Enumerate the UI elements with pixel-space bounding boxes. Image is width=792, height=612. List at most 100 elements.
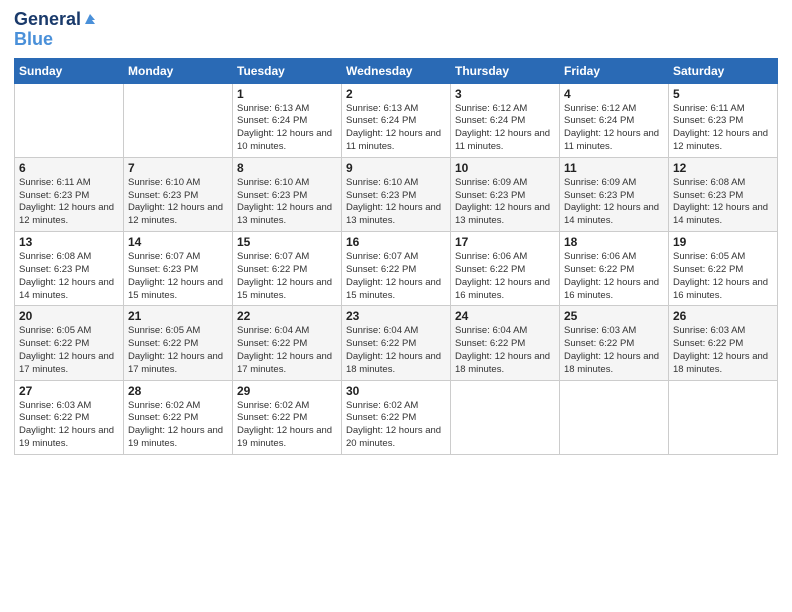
- day-cell: 18Sunrise: 6:06 AM Sunset: 6:22 PM Dayli…: [560, 232, 669, 306]
- day-number: 2: [346, 87, 446, 101]
- day-number: 19: [673, 235, 773, 249]
- day-cell: 20 Sunrise: 6:05 AM Sunset: 6:22 PM Dayli…: [15, 306, 124, 380]
- header: General Blue: [14, 10, 778, 50]
- logo: General Blue: [14, 10, 97, 50]
- weekday-header-tuesday: Tuesday: [233, 58, 342, 83]
- day-number: 20: [19, 309, 119, 323]
- week-row-4: 20 Sunrise: 6:05 AM Sunset: 6:22 PM Dayli…: [15, 306, 778, 380]
- day-cell: 10 Sunrise: 6:09 AM Sunset: 6:23 PM Dayli…: [451, 157, 560, 231]
- day-number: 29: [237, 384, 337, 398]
- weekday-header-sunday: Sunday: [15, 58, 124, 83]
- day-number: 27: [19, 384, 119, 398]
- day-number: 25: [564, 309, 664, 323]
- day-info: Sunrise: 6:07 AM Sunset: 6:22 PM Dayligh…: [346, 251, 446, 302]
- day-cell: 16 Sunrise: 6:07 AM Sunset: 6:22 PM Dayli…: [342, 232, 451, 306]
- day-number: 4: [564, 87, 664, 101]
- day-info: Sunrise: 6:07 AM Sunset: 6:23 PM Dayligh…: [128, 251, 228, 302]
- day-number: 26: [673, 309, 773, 323]
- day-cell: 26Sunrise: 6:03 AM Sunset: 6:22 PM Dayli…: [669, 306, 778, 380]
- day-cell: 29 Sunrise: 6:02 AM Sunset: 6:22 PM Dayli…: [233, 380, 342, 454]
- day-number: 15: [237, 235, 337, 249]
- day-info: Sunrise: 6:10 AM Sunset: 6:23 PM Dayligh…: [346, 177, 446, 228]
- day-info: Sunrise: 6:09 AM Sunset: 6:23 PM Dayligh…: [455, 177, 555, 228]
- day-number: 12: [673, 161, 773, 175]
- day-number: 5: [673, 87, 773, 101]
- day-cell: 7 Sunrise: 6:10 AM Sunset: 6:23 PM Daylig…: [124, 157, 233, 231]
- day-cell: [451, 380, 560, 454]
- day-cell: 25 Sunrise: 6:03 AM Sunset: 6:22 PM Dayli…: [560, 306, 669, 380]
- day-info: Sunrise: 6:05 AM Sunset: 6:22 PM Dayligh…: [19, 325, 119, 376]
- day-info: Sunrise: 6:13 AM Sunset: 6:24 PM Dayligh…: [346, 103, 446, 154]
- day-cell: 15 Sunrise: 6:07 AM Sunset: 6:22 PM Dayli…: [233, 232, 342, 306]
- day-cell: 24Sunrise: 6:04 AM Sunset: 6:22 PM Dayli…: [451, 306, 560, 380]
- day-number: 24: [455, 309, 555, 323]
- day-cell: [15, 83, 124, 157]
- day-info: Sunrise: 6:13 AM Sunset: 6:24 PM Dayligh…: [237, 103, 337, 154]
- day-number: 22: [237, 309, 337, 323]
- day-info: Sunrise: 6:02 AM Sunset: 6:22 PM Dayligh…: [346, 400, 446, 451]
- day-info: Sunrise: 6:11 AM Sunset: 6:23 PM Dayligh…: [19, 177, 119, 228]
- day-info: Sunrise: 6:05 AM Sunset: 6:22 PM Dayligh…: [128, 325, 228, 376]
- day-number: 11: [564, 161, 664, 175]
- day-info: Sunrise: 6:06 AM Sunset: 6:22 PM Dayligh…: [564, 251, 664, 302]
- day-info: Sunrise: 6:10 AM Sunset: 6:23 PM Dayligh…: [237, 177, 337, 228]
- day-cell: 13 Sunrise: 6:08 AM Sunset: 6:23 PM Dayli…: [15, 232, 124, 306]
- day-number: 10: [455, 161, 555, 175]
- day-info: Sunrise: 6:02 AM Sunset: 6:22 PM Dayligh…: [128, 400, 228, 451]
- day-info: Sunrise: 6:04 AM Sunset: 6:22 PM Dayligh…: [237, 325, 337, 376]
- week-row-2: 6Sunrise: 6:11 AM Sunset: 6:23 PM Daylig…: [15, 157, 778, 231]
- day-number: 28: [128, 384, 228, 398]
- day-number: 30: [346, 384, 446, 398]
- day-info: Sunrise: 6:11 AM Sunset: 6:23 PM Dayligh…: [673, 103, 773, 154]
- day-cell: 8 Sunrise: 6:10 AM Sunset: 6:23 PM Daylig…: [233, 157, 342, 231]
- day-cell: 6Sunrise: 6:11 AM Sunset: 6:23 PM Daylig…: [15, 157, 124, 231]
- weekday-header-wednesday: Wednesday: [342, 58, 451, 83]
- day-info: Sunrise: 6:12 AM Sunset: 6:24 PM Dayligh…: [564, 103, 664, 154]
- day-cell: 28 Sunrise: 6:02 AM Sunset: 6:22 PM Dayli…: [124, 380, 233, 454]
- day-cell: 9 Sunrise: 6:10 AM Sunset: 6:23 PM Daylig…: [342, 157, 451, 231]
- day-info: Sunrise: 6:09 AM Sunset: 6:23 PM Dayligh…: [564, 177, 664, 228]
- day-cell: 1Sunrise: 6:13 AM Sunset: 6:24 PM Daylig…: [233, 83, 342, 157]
- day-number: 8: [237, 161, 337, 175]
- weekday-header-friday: Friday: [560, 58, 669, 83]
- day-info: Sunrise: 6:10 AM Sunset: 6:23 PM Dayligh…: [128, 177, 228, 228]
- day-cell: [124, 83, 233, 157]
- day-number: 23: [346, 309, 446, 323]
- day-number: 13: [19, 235, 119, 249]
- day-cell: [669, 380, 778, 454]
- week-row-5: 27Sunrise: 6:03 AM Sunset: 6:22 PM Dayli…: [15, 380, 778, 454]
- weekday-header-monday: Monday: [124, 58, 233, 83]
- page: General Blue SundayMondayTuesdayWednesda…: [0, 0, 792, 612]
- day-info: Sunrise: 6:06 AM Sunset: 6:22 PM Dayligh…: [455, 251, 555, 302]
- day-number: 7: [128, 161, 228, 175]
- logo-icon: [83, 12, 97, 26]
- day-info: Sunrise: 6:05 AM Sunset: 6:22 PM Dayligh…: [673, 251, 773, 302]
- day-info: Sunrise: 6:08 AM Sunset: 6:23 PM Dayligh…: [19, 251, 119, 302]
- day-number: 9: [346, 161, 446, 175]
- week-row-1: 1Sunrise: 6:13 AM Sunset: 6:24 PM Daylig…: [15, 83, 778, 157]
- logo-blue: Blue: [14, 30, 53, 50]
- day-number: 16: [346, 235, 446, 249]
- day-cell: 22 Sunrise: 6:04 AM Sunset: 6:22 PM Dayli…: [233, 306, 342, 380]
- logo-general: General: [14, 10, 81, 30]
- day-cell: 3Sunrise: 6:12 AM Sunset: 6:24 PM Daylig…: [451, 83, 560, 157]
- day-cell: 14Sunrise: 6:07 AM Sunset: 6:23 PM Dayli…: [124, 232, 233, 306]
- day-cell: 5 Sunrise: 6:11 AM Sunset: 6:23 PM Daylig…: [669, 83, 778, 157]
- day-info: Sunrise: 6:08 AM Sunset: 6:23 PM Dayligh…: [673, 177, 773, 228]
- day-info: Sunrise: 6:03 AM Sunset: 6:22 PM Dayligh…: [564, 325, 664, 376]
- day-cell: 23Sunrise: 6:04 AM Sunset: 6:22 PM Dayli…: [342, 306, 451, 380]
- day-info: Sunrise: 6:12 AM Sunset: 6:24 PM Dayligh…: [455, 103, 555, 154]
- day-number: 21: [128, 309, 228, 323]
- weekday-header-saturday: Saturday: [669, 58, 778, 83]
- day-cell: 11 Sunrise: 6:09 AM Sunset: 6:23 PM Dayli…: [560, 157, 669, 231]
- day-info: Sunrise: 6:07 AM Sunset: 6:22 PM Dayligh…: [237, 251, 337, 302]
- weekday-header-row: SundayMondayTuesdayWednesdayThursdayFrid…: [15, 58, 778, 83]
- day-info: Sunrise: 6:02 AM Sunset: 6:22 PM Dayligh…: [237, 400, 337, 451]
- day-number: 17: [455, 235, 555, 249]
- day-cell: 4 Sunrise: 6:12 AM Sunset: 6:24 PM Daylig…: [560, 83, 669, 157]
- calendar-table: SundayMondayTuesdayWednesdayThursdayFrid…: [14, 58, 778, 455]
- weekday-header-thursday: Thursday: [451, 58, 560, 83]
- day-cell: 19 Sunrise: 6:05 AM Sunset: 6:22 PM Dayli…: [669, 232, 778, 306]
- day-cell: 12 Sunrise: 6:08 AM Sunset: 6:23 PM Dayli…: [669, 157, 778, 231]
- day-cell: 2 Sunrise: 6:13 AM Sunset: 6:24 PM Daylig…: [342, 83, 451, 157]
